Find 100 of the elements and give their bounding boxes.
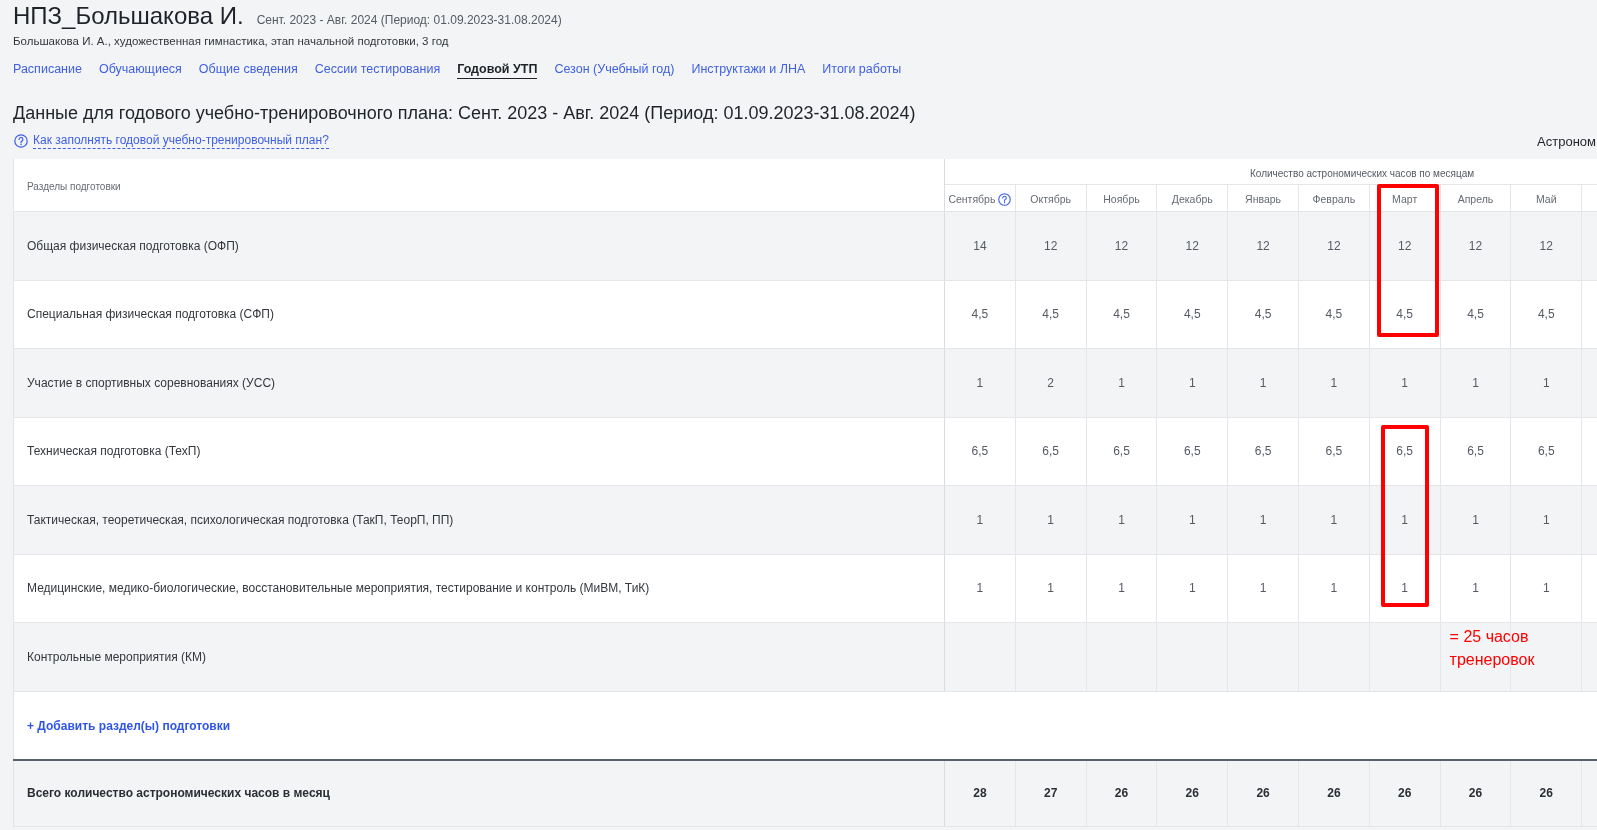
add-section-link[interactable]: + Добавить раздел(ы) подготовки [27, 719, 231, 733]
nav-tab[interactable]: Итоги работы [822, 61, 902, 79]
table-cell: 4,5 [1254, 307, 1272, 322]
table-cell: 1 [1472, 375, 1479, 390]
table-cell: 12 [1327, 238, 1341, 253]
table-cell: 6,5 [1042, 444, 1060, 459]
table-cell: 1 [1259, 375, 1267, 390]
table-cell: 6,5 [1113, 444, 1130, 459]
table-cell: 4,5 [1537, 307, 1555, 322]
table-cell: 6,5 [1325, 444, 1343, 459]
table-cell: 1 [1542, 375, 1550, 390]
table-cell: 12 [1044, 238, 1058, 253]
month-label: Сентябрь [948, 193, 996, 205]
total-cell: 26 [1114, 786, 1129, 800]
table-cell: 1 [1047, 512, 1055, 527]
table-cell: 1 [1330, 375, 1338, 390]
table-cell: 1 [1259, 512, 1267, 527]
row-label: Медицинские, медико-биологические, восстановительные мероприятия, тестирование и контроль (МиВМ, ТиК) [27, 581, 650, 596]
totals-label: Всего количество астрономических часов в месяц [27, 786, 330, 800]
table-cell: 6,5 [1183, 444, 1201, 459]
table-cell: 1 [1259, 581, 1267, 596]
total-cell: 26 [1539, 786, 1553, 800]
table-cell: 1 [1118, 375, 1125, 390]
table-cell: 1 [976, 581, 984, 596]
side-label: Астроном [1537, 133, 1597, 149]
table-cell: 4,5 [971, 307, 989, 322]
group-header: Количество астрономических часов по месяцам [1250, 167, 1475, 179]
table-cell: 1 [1188, 581, 1196, 596]
table-cell: 12 [1256, 238, 1270, 253]
month-label: Февраль [1312, 193, 1356, 205]
table-cell: 1 [1542, 581, 1550, 596]
page-title: НПЗ_Большакова И. [13, 3, 244, 29]
month-label: Апрель [1457, 193, 1494, 205]
total-cell: 26 [1398, 786, 1412, 800]
table-cell: 1 [1330, 581, 1338, 596]
row-label: Специальная физическая подготовка (СФП) [27, 307, 274, 322]
table-cell: 1 [1401, 581, 1408, 596]
table-cell: 1 [976, 375, 984, 390]
table-cell: 1 [1401, 375, 1408, 390]
table-cell: 1 [1188, 375, 1196, 390]
section-heading: Данные для годового учебно-тренировочного плана: Сент. 2023 - Авг. 2024 (Период: 01.09.2023-31.08.2024) [13, 102, 917, 125]
annotation-note: = 25 часов тренеровок [1449, 627, 1536, 670]
month-label: Ноябрь [1103, 193, 1140, 205]
nav-tab[interactable]: Общие сведения [198, 61, 298, 79]
nav-tab[interactable]: Сессии тестирования [314, 61, 441, 79]
table-cell: 1 [976, 512, 984, 527]
table-cell: 1 [1472, 512, 1479, 527]
table-cell: 1 [1330, 512, 1338, 527]
total-cell: 26 [1468, 786, 1483, 800]
table-cell: 1 [1047, 581, 1055, 596]
month-label: Май [1536, 193, 1557, 205]
table-cell: 6,5 [1396, 444, 1413, 459]
byline-text: Большакова И. А., художественная гимнастика, этап начальной подготовки, 3 год [13, 34, 450, 49]
nav-tab[interactable]: Инструктажи и ЛНА [691, 61, 806, 79]
table-cell: 4,5 [1113, 307, 1130, 322]
month-label: Октябрь [1030, 193, 1072, 205]
table-cell: 6,5 [1467, 444, 1484, 459]
help-icon[interactable] [998, 192, 1012, 206]
period-text: Сент. 2023 - Авг. 2024 (Период: 01.09.2023-31.08.2024) [256, 13, 562, 27]
row-label: Общая физическая подготовка (ОФП) [27, 238, 239, 253]
total-cell: 28 [973, 786, 987, 800]
table-cell: 12 [1185, 238, 1199, 253]
month-label: Март [1392, 193, 1418, 205]
month-label: Декабрь [1171, 193, 1213, 205]
table-cell: 12 [1468, 238, 1483, 253]
table-cell: 12 [1398, 238, 1412, 253]
table-cell: 14 [973, 238, 987, 253]
table-cell: 6,5 [1254, 444, 1272, 459]
row-label: Участие в спортивных соревнованиях (УСС) [27, 375, 276, 390]
table-cell: 1 [1118, 512, 1125, 527]
table-cell: 1 [1472, 581, 1479, 596]
total-cell: 26 [1327, 786, 1341, 800]
row-label: Контрольные мероприятия (КМ) [27, 649, 207, 664]
row-label: Тактическая, теоретическая, психологическая подготовка (ТакП, ТеорП, ПП) [27, 512, 454, 527]
total-cell: 26 [1256, 786, 1270, 800]
table-cell: 4,5 [1467, 307, 1484, 322]
nav-tab[interactable]: Обучающиеся [98, 61, 182, 79]
nav-tab[interactable]: Расписание [13, 61, 82, 79]
row-label: Техническая подготовка (ТехП) [27, 444, 201, 459]
table-cell: 4,5 [1396, 307, 1413, 322]
table-cell: 1 [1118, 581, 1125, 596]
table-cell: 4,5 [1183, 307, 1201, 322]
table-cell: 1 [1188, 512, 1196, 527]
help-icon[interactable] [14, 134, 28, 148]
nav-tab[interactable]: Годовой УТП [457, 61, 538, 79]
table-cell: 4,5 [1042, 307, 1060, 322]
table-cell: 12 [1114, 238, 1129, 253]
column-header: Разделы подготовки [27, 181, 121, 192]
table-cell: 6,5 [971, 444, 989, 459]
table-cell: 12 [1539, 238, 1553, 253]
help-link[interactable]: Как заполнять годовой учебно-тренировочный план? [33, 133, 329, 149]
total-cell: 27 [1044, 786, 1058, 800]
total-cell: 26 [1185, 786, 1199, 800]
table-cell: 6,5 [1537, 444, 1555, 459]
table-cell: 4,5 [1325, 307, 1343, 322]
table-cell: 1 [1542, 512, 1550, 527]
table-cell: 1 [1401, 512, 1408, 527]
month-label: Январь [1245, 193, 1282, 205]
nav-tab[interactable]: Сезон (Учебный год) [554, 61, 675, 79]
table-cell: 2 [1047, 375, 1055, 390]
